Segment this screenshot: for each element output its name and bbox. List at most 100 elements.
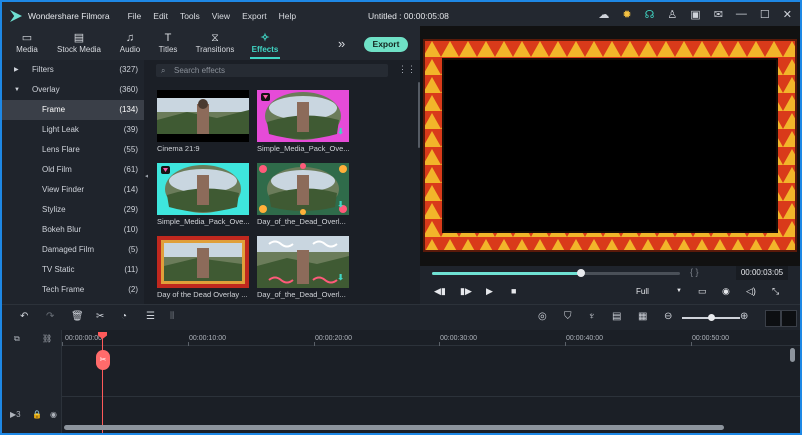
category-label: View Finder <box>42 185 85 194</box>
category-view-finder[interactable]: View Finder (14) <box>2 180 144 200</box>
play-frame-icon[interactable]: ▮▶ <box>460 286 472 297</box>
link-icon[interactable]: ⛓ <box>42 334 52 343</box>
category-stylize[interactable]: Stylize (29) <box>2 200 144 220</box>
category-overlay[interactable]: ▼ Overlay (360) <box>2 80 144 100</box>
bulb-icon[interactable]: ✹ <box>622 8 631 21</box>
minimize-icon[interactable]: — <box>736 8 747 21</box>
quality-select[interactable]: Full ▼ <box>632 285 684 298</box>
tab-media[interactable]: ▭ Media <box>12 32 42 54</box>
adjust-icon[interactable]: ☰ <box>146 311 155 322</box>
effect-thumbnail-swirls[interactable]: ⬇ <box>257 236 349 288</box>
undo-icon[interactable]: ↶ <box>20 311 28 322</box>
tab-effects-label: Effects <box>251 45 279 54</box>
playhead-line[interactable] <box>102 334 103 433</box>
download-icon[interactable]: ⬇ <box>337 200 344 209</box>
effect-thumbnail-cinema[interactable] <box>157 90 249 142</box>
menu-help[interactable]: Help <box>279 11 296 21</box>
tab-transitions[interactable]: ⧖ Transitions <box>192 32 238 54</box>
menu-export[interactable]: Export <box>242 11 267 21</box>
tab-stock-media-label: Stock Media <box>56 45 102 54</box>
maximize-icon[interactable]: ☐ <box>760 8 770 21</box>
tab-titles[interactable]: T Titles <box>153 32 183 54</box>
redo-icon[interactable]: ↷ <box>46 311 54 322</box>
effect-preview-image <box>157 90 249 142</box>
close-icon[interactable]: ✕ <box>783 8 792 21</box>
volume-icon[interactable]: ◁) <box>746 286 756 297</box>
stop-icon[interactable]: ■ <box>511 286 516 296</box>
add-track-icon[interactable]: ⧉ <box>14 334 20 344</box>
more-tabs-icon[interactable]: » <box>338 36 345 51</box>
zoom-slider-knob[interactable] <box>708 314 715 321</box>
cloud-icon[interactable]: ☁ <box>598 8 609 21</box>
category-old-film[interactable]: Old Film (61) <box>2 160 144 180</box>
tab-audio[interactable]: ♫ Audio <box>115 32 145 54</box>
category-lens-flare[interactable]: Lens Flare (55) <box>2 140 144 160</box>
playhead-knob[interactable] <box>576 269 585 277</box>
track-view-toggle-b[interactable] <box>781 310 797 327</box>
category-label: Frame <box>42 105 66 114</box>
ruler-tick <box>62 342 63 346</box>
category-label: Bokeh Blur <box>42 225 82 234</box>
mark-in-out-icon[interactable]: { } <box>690 267 699 277</box>
scissors-icon[interactable]: ✂ <box>96 311 104 322</box>
tab-audio-label: Audio <box>119 45 141 54</box>
zoom-in-icon[interactable]: ⊕ <box>740 311 748 322</box>
category-tech-frame[interactable]: Tech Frame (2) <box>2 280 144 300</box>
category-count: (14) <box>123 185 138 194</box>
save-icon[interactable]: ▣ <box>690 8 700 21</box>
step-back-icon[interactable]: ◀▮ <box>434 286 446 297</box>
category-label: Stylize <box>42 205 66 214</box>
microphone-icon[interactable]: ♆ <box>588 311 596 322</box>
speed-icon[interactable]: ◔ <box>121 311 127 322</box>
delete-icon[interactable]: 🗑 <box>71 311 84 322</box>
category-light-leak[interactable]: Light Leak (39) <box>2 120 144 140</box>
preview-screen[interactable] <box>442 58 778 233</box>
play-icon[interactable]: ▶ <box>486 286 493 297</box>
video-track-icon[interactable]: ▶3 <box>10 410 21 419</box>
effect-thumbnail-red[interactable] <box>157 236 249 288</box>
category-tv-static[interactable]: TV Static (11) <box>2 260 144 280</box>
monitor-icon[interactable]: ▭ <box>698 286 707 297</box>
playback-progress-bar[interactable] <box>432 269 680 277</box>
menu-tools[interactable]: Tools <box>180 11 200 21</box>
category-frame[interactable]: Frame (134) <box>2 100 144 120</box>
menu-view[interactable]: View <box>212 11 230 21</box>
expand-arrow-icon[interactable]: ▶ <box>14 60 19 80</box>
audio-wave-icon[interactable]: ⫴ <box>170 311 174 322</box>
tab-stock-media[interactable]: ▤ Stock Media <box>54 32 104 54</box>
render-icon[interactable]: ◎ <box>538 311 547 322</box>
category-bokeh-blur[interactable]: Bokeh Blur (10) <box>2 220 144 240</box>
category-damaged-film[interactable]: Damaged Film (5) <box>2 240 144 260</box>
track-view-toggle-a[interactable] <box>765 310 781 327</box>
category-filters[interactable]: ▶ Filters (327) <box>2 60 144 80</box>
menu-edit[interactable]: Edit <box>153 11 168 21</box>
lock-icon[interactable]: 🔒 <box>32 410 42 419</box>
collapse-arrow-icon[interactable]: ▼ <box>14 80 20 100</box>
fullscreen-icon[interactable]: ⤡ <box>772 286 779 297</box>
marker-icon[interactable]: ⛉ <box>564 311 572 322</box>
mail-icon[interactable]: ✉ <box>714 8 723 21</box>
playback-controls: { } 00:00:03:05 ◀▮ ▮▶ ▶ ■ Full ▼ ▭ ◉ ◁) … <box>420 266 800 304</box>
timeline-vertical-scrollbar[interactable] <box>790 348 795 362</box>
search-input[interactable]: ⌕ Search effects <box>156 64 388 77</box>
effect-thumbnail-cyan[interactable] <box>157 163 249 215</box>
export-button[interactable]: Export <box>364 37 408 52</box>
eye-icon[interactable]: ◉ <box>50 410 57 419</box>
tab-effects[interactable]: ✧ Effects <box>248 32 282 59</box>
download-icon[interactable]: ⬇ <box>337 273 344 282</box>
category-label: Tech Frame <box>42 285 85 294</box>
zoom-out-icon[interactable]: ⊖ <box>664 311 672 322</box>
account-icon[interactable]: ♙ <box>667 8 677 21</box>
category-label: TV Static <box>42 265 75 274</box>
timeline-horizontal-scrollbar[interactable] <box>64 425 724 430</box>
effect-thumbnail-flowers[interactable]: ⬇ <box>257 163 349 215</box>
voiceover-icon[interactable]: ▤ <box>612 311 621 322</box>
snapshot-icon[interactable]: ◉ <box>722 286 730 297</box>
menu-file[interactable]: File <box>128 11 142 21</box>
split-scissors-icon[interactable]: ✂ <box>96 350 110 370</box>
effect-thumbnail-magenta[interactable]: ⬇ <box>257 90 349 142</box>
time-ruler[interactable]: 00:00:00:00 00:00:10:00 00:00:20:00 00:0… <box>62 330 800 346</box>
snapshot-timeline-icon[interactable]: ▦ <box>638 311 647 322</box>
headset-icon[interactable]: ☊ <box>645 8 655 21</box>
download-icon[interactable]: ⬇ <box>337 127 344 136</box>
